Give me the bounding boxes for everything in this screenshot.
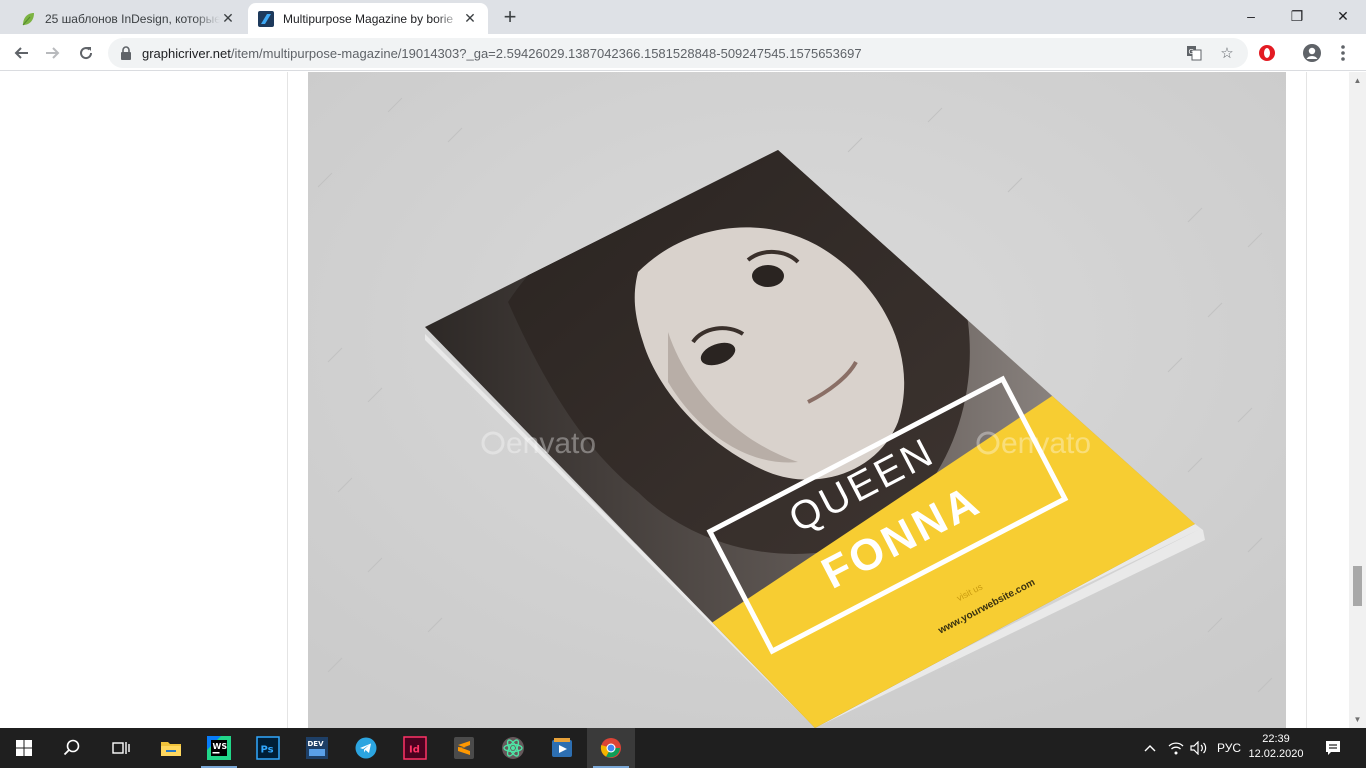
maximize-button[interactable]: ❐ [1274,0,1320,32]
close-window-button[interactable]: ✕ [1320,0,1366,32]
telegram-icon[interactable] [342,728,390,768]
devexpress-icon[interactable]: DEV [293,728,341,768]
arrow-right-icon [46,47,60,59]
reload-button[interactable] [73,40,99,66]
clock-time: 22:39 [1262,733,1290,745]
magazine-mockup-illustration: QUEEN FONNA visit us www.yourwebsite.com… [308,72,1286,728]
page-content: QUEEN FONNA visit us www.yourwebsite.com… [0,72,1366,728]
svg-text:G: G [1189,48,1194,56]
search-icon[interactable] [48,728,96,768]
translate-icon[interactable]: G [1185,44,1203,62]
browser-toolbar: graphicriver.net/item/multipurpose-magaz… [0,34,1366,71]
sublime-text-icon[interactable] [440,728,488,768]
task-view-icon[interactable] [96,728,144,768]
tab-close-icon[interactable]: ✕ [220,10,236,27]
address-bar[interactable]: graphicriver.net/item/multipurpose-magaz… [108,38,1248,68]
bookmark-star-icon[interactable]: ☆ [1218,44,1236,62]
opera-adblock-extension-icon[interactable] [1256,42,1278,64]
tab-strip: 25 шаблонов InDesign, которые ✕ Multipur… [0,0,1366,34]
new-tab-button[interactable]: + [498,6,522,30]
indesign-icon[interactable]: Id [391,728,439,768]
minimize-button[interactable]: – [1228,0,1274,32]
envato-watermark-text: envato [506,427,596,460]
media-player-icon[interactable] [538,728,586,768]
page-scrollbar[interactable]: ▲ ▼ [1349,72,1366,728]
svg-text:DEV: DEV [308,740,325,748]
tab-title: Multipurpose Magazine by borie [283,11,454,26]
photoshop-icon[interactable]: Ps [244,728,292,768]
forward-button[interactable] [40,40,66,66]
item-preview-image[interactable]: QUEEN FONNA visit us www.yourwebsite.com… [308,72,1286,728]
tab-indesign-templates[interactable]: 25 шаблонов InDesign, которые ✕ [10,3,246,34]
scroll-down-icon[interactable]: ▼ [1353,715,1362,724]
svg-text:Id: Id [409,745,420,756]
show-hidden-icons-chevron-icon[interactable] [1140,728,1160,768]
scroll-thumb[interactable] [1353,566,1362,606]
windows-start-icon[interactable] [0,728,48,768]
back-button[interactable] [8,40,34,66]
envato-watermark-text: envato [1001,427,1091,460]
envato-favicon-icon [258,10,274,27]
lock-icon [121,46,131,60]
atom-icon[interactable] [489,728,537,768]
url-host: graphicriver.net [142,46,231,61]
volume-icon[interactable] [1188,728,1210,768]
clock-date: 12.02.2020 [1248,748,1304,760]
leaf-icon [22,12,34,25]
menu-dots-icon[interactable] [1332,42,1354,64]
url-text: graphicriver.net/item/multipurpose-magaz… [142,46,862,61]
left-divider [287,72,288,728]
svg-text:WS: WS [213,742,228,751]
windows-taskbar: WS Ps DEV Id РУС 22:39 12.02.2020 [0,728,1366,768]
right-divider [1306,72,1307,728]
scroll-up-icon[interactable]: ▲ [1353,76,1362,85]
file-explorer-icon[interactable] [147,728,195,768]
tab-close-icon[interactable]: ✕ [462,10,478,27]
action-center-icon[interactable] [1318,728,1348,768]
chrome-icon[interactable] [587,728,635,768]
tab-title: 25 шаблонов InDesign, которые [45,11,220,26]
tab-multipurpose-magazine[interactable]: Multipurpose Magazine by borie ✕ [248,3,488,34]
url-path: /item/multipurpose-magazine/19014303?_ga… [230,46,862,61]
reload-icon [80,47,93,60]
system-clock[interactable]: 22:39 12.02.2020 [1248,732,1304,762]
arrow-left-icon [14,47,28,59]
profile-avatar-icon[interactable] [1301,42,1323,64]
svg-text:Ps: Ps [261,745,274,756]
language-indicator[interactable]: РУС [1212,728,1246,768]
webstorm-icon[interactable]: WS [195,728,243,768]
wifi-icon[interactable] [1165,728,1187,768]
